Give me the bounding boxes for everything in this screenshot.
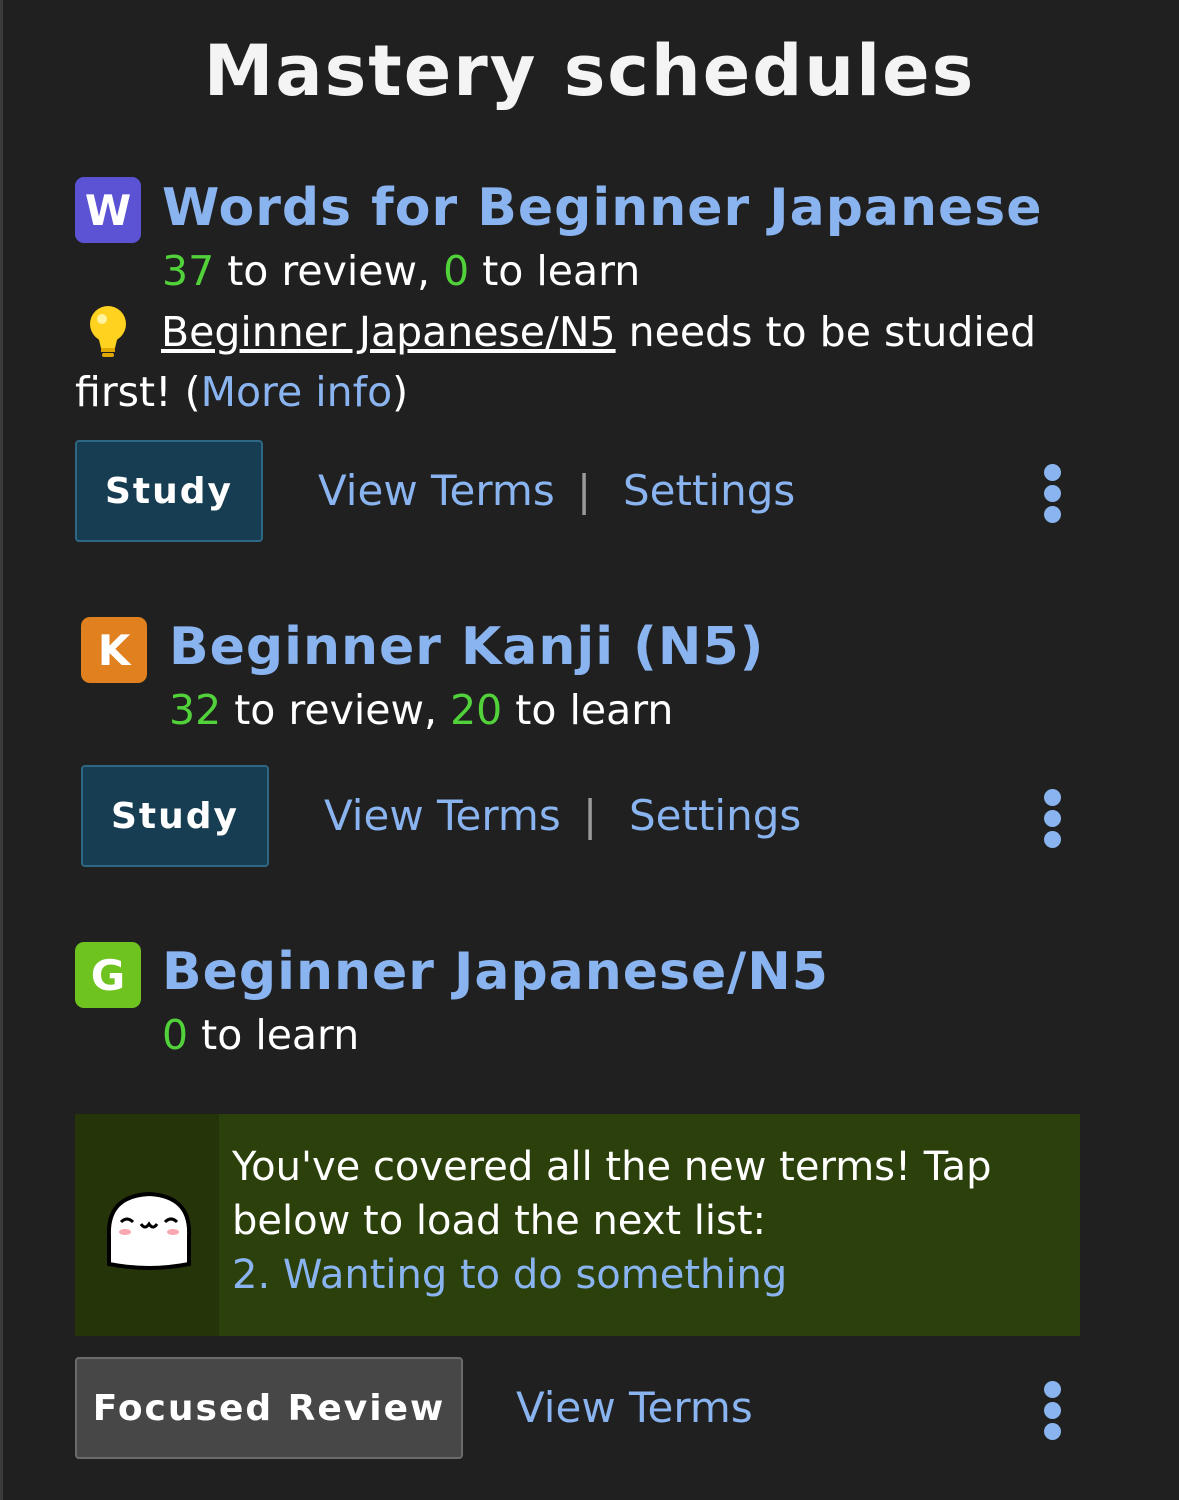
learn-label: to learn (502, 686, 674, 734)
close-paren: ) (392, 368, 409, 416)
review-count: 37 (162, 247, 215, 295)
learn-count: 20 (450, 686, 503, 734)
more-options-icon[interactable] (1040, 1381, 1064, 1441)
review-count: 32 (169, 686, 222, 734)
schedule-badge-words: W (75, 177, 141, 243)
schedule-title-words[interactable]: Words for Beginner Japanese (162, 178, 1043, 238)
more-info-link[interactable]: More info (201, 368, 393, 416)
schedule-title-kanji[interactable]: Beginner Kanji (N5) (169, 617, 764, 677)
learn-count: 0 (443, 247, 470, 295)
learn-label: to learn (469, 247, 641, 295)
link-separator: | (577, 466, 592, 515)
view-terms-link[interactable]: View Terms (324, 791, 561, 840)
schedule-title-grammar[interactable]: Beginner Japanese/N5 (162, 942, 829, 1002)
focused-review-button[interactable]: Focused Review (75, 1357, 463, 1459)
more-options-icon[interactable] (1040, 789, 1064, 849)
prerequisite-note: Beginner Japanese/N5 needs to be studied… (75, 302, 1075, 422)
learn-count: 0 (162, 1011, 189, 1059)
settings-link[interactable]: Settings (623, 466, 795, 515)
view-terms-link[interactable]: View Terms (516, 1383, 753, 1432)
view-terms-link[interactable]: View Terms (318, 466, 555, 515)
prerequisite-link[interactable]: Beginner Japanese/N5 (161, 308, 616, 356)
more-options-icon[interactable] (1040, 464, 1064, 524)
review-label: to review, (221, 686, 451, 734)
banner-message: You've covered all the new terms! Tap be… (232, 1144, 992, 1244)
lightbulb-icon (83, 302, 141, 362)
schedule-counts-words: 37 to review, 0 to learn (162, 247, 640, 295)
schedule-badge-kanji: K (81, 617, 147, 683)
review-label: to review, (214, 247, 444, 295)
next-list-link[interactable]: 2. Wanting to do something (232, 1248, 1032, 1302)
page-title: Mastery schedules (203, 30, 976, 112)
white-blob-mascot-icon (106, 1191, 192, 1270)
study-button[interactable]: Study (81, 765, 269, 867)
left-border (0, 0, 3, 1500)
study-button[interactable]: Study (75, 440, 263, 542)
banner-mascot-panel (75, 1114, 219, 1336)
schedule-badge-grammar: G (75, 942, 141, 1008)
next-list-banner: You've covered all the new terms! Tap be… (75, 1114, 1080, 1336)
settings-link[interactable]: Settings (629, 791, 801, 840)
learn-label: to learn (188, 1011, 360, 1059)
link-separator: | (583, 791, 598, 840)
schedule-counts-kanji: 32 to review, 20 to learn (169, 686, 673, 734)
banner-text: You've covered all the new terms! Tap be… (232, 1140, 1032, 1302)
schedule-counts-grammar: 0 to learn (162, 1011, 359, 1059)
